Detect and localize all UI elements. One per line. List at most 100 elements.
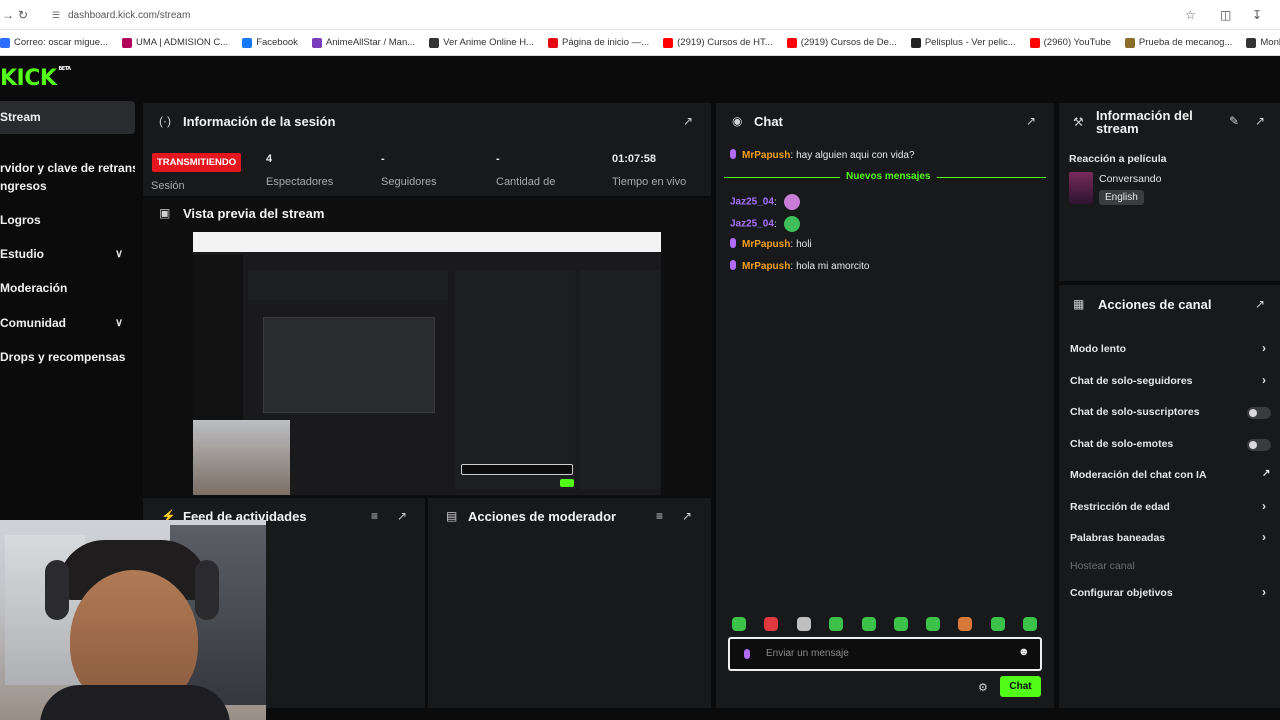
bookmark-favicon-icon	[311, 37, 322, 48]
bookmark-item[interactable]: Facebook	[242, 37, 298, 48]
popout-icon[interactable]: ↗	[1026, 114, 1036, 128]
popout-icon[interactable]: ↗	[1255, 114, 1265, 128]
filter-icon[interactable]: ≡	[371, 509, 378, 523]
sidebar-item-label: Moderación	[0, 281, 68, 295]
sidebar-item-label: Drops y recompensas	[0, 350, 126, 364]
chat-title: Chat	[754, 114, 783, 129]
channel-action-item[interactable]: Palabras baneadas	[1070, 532, 1165, 544]
address-bar[interactable]: ☰ dashboard.kick.com/stream	[52, 6, 1212, 25]
bookmark-item[interactable]: AnimeAllStar / Man...	[311, 37, 415, 48]
sidebar-item-label: Comunidad	[0, 316, 66, 330]
site-info-icon[interactable]: ☰	[52, 6, 60, 25]
chat-username[interactable]: MrPapush	[742, 261, 790, 272]
bookmark-item[interactable]: Página de inicio —...	[547, 37, 650, 48]
popout-icon[interactable]: ↗	[1255, 297, 1265, 311]
channel-action-item[interactable]: Chat de solo-emotes	[1070, 438, 1173, 450]
category-label: Reacción a película	[1069, 153, 1167, 165]
bookmark-item[interactable]: Ver Anime Online H...	[429, 37, 534, 48]
bookmark-item[interactable]: (2919) Cursos de De...	[786, 37, 897, 48]
chat-message: MrPapush: holi	[730, 238, 812, 250]
bookmark-label: Página de inicio —...	[561, 37, 650, 48]
emote-shortcut-icon[interactable]	[926, 617, 940, 631]
emote-shortcut-icon[interactable]	[764, 617, 778, 631]
emote-shortcut-icon[interactable]	[958, 617, 972, 631]
emote-icon	[783, 194, 800, 210]
emote-icon	[783, 216, 800, 232]
sidebar-item[interactable]: Logros	[0, 204, 135, 237]
bookmark-label: (2960) YouTube	[1043, 37, 1111, 48]
chevron-right-icon[interactable]: ›	[1262, 373, 1266, 387]
toggle-switch[interactable]	[1247, 407, 1271, 419]
emoji-icon[interactable]: ☻	[1018, 646, 1030, 658]
send-chat-button[interactable]: Chat	[1000, 676, 1041, 697]
emote-shortcut-icon[interactable]	[894, 617, 908, 631]
sidebar-item[interactable]: ngresos	[0, 170, 135, 203]
star-icon[interactable]: ☆	[1185, 7, 1196, 23]
kick-logo[interactable]: KICK BETA	[0, 66, 71, 91]
sidebar-item[interactable]: Comunidad ∨	[0, 307, 135, 340]
chat-username[interactable]: Jaz25_04	[730, 197, 774, 208]
emote-shortcut-icon[interactable]	[732, 617, 746, 631]
chat-username[interactable]: MrPapush	[742, 239, 790, 250]
chevron-right-icon[interactable]: ›	[1262, 341, 1266, 355]
bookmark-item[interactable]: Correo: oscar migue...	[0, 37, 108, 48]
download-icon[interactable]: ↧	[1252, 7, 1262, 23]
bookmark-item[interactable]: Pelisplus - Ver pelic...	[910, 37, 1016, 48]
chat-input-box[interactable]: Enviar un mensaje ☻	[728, 637, 1042, 671]
chat-username[interactable]: Jaz25_04	[730, 219, 774, 230]
sidebar-item[interactable]: Estudio ∨	[0, 238, 135, 271]
stat-value: 4	[266, 153, 273, 165]
sidebar-item[interactable]: Drops y recompensas	[0, 341, 135, 374]
emote-shortcut-icon[interactable]	[862, 617, 876, 631]
stream-preview-video[interactable]	[193, 232, 661, 495]
bookmark-item[interactable]: Prueba de mecanog...	[1124, 37, 1232, 48]
chevron-down-icon[interactable]: ∨	[115, 307, 123, 340]
channel-action-item[interactable]: Configurar objetivos	[1070, 587, 1173, 599]
bookmark-label: (2919) Cursos de De...	[800, 37, 897, 48]
bookmark-favicon-icon	[429, 37, 440, 48]
sidebar-item[interactable]: Stream	[0, 101, 135, 134]
bookmark-item[interactable]: (2919) Cursos de HT...	[663, 37, 773, 48]
chevron-right-icon[interactable]: ›	[1262, 585, 1266, 599]
mic-badge-icon	[730, 149, 736, 159]
emote-shortcut-icon[interactable]	[991, 617, 1005, 631]
bookmark-item[interactable]: (2960) YouTube	[1029, 37, 1111, 48]
bookmark-item[interactable]: Monkeytype | A min...	[1246, 37, 1280, 48]
sidebar-item-label: Logros	[0, 213, 41, 227]
logo-beta: BETA	[58, 66, 71, 72]
filter-icon[interactable]: ≡	[656, 509, 663, 523]
stat-value: -	[381, 153, 385, 165]
channel-action-item[interactable]: Chat de solo-seguidores	[1070, 375, 1193, 387]
popout-icon[interactable]: ↗	[682, 509, 692, 523]
webcam-overlay	[0, 520, 266, 720]
chevron-right-icon[interactable]: ›	[1262, 499, 1266, 513]
emote-shortcut-icon[interactable]	[1023, 617, 1037, 631]
chat-separator: :	[773, 196, 777, 208]
session-label: Sesión	[151, 180, 185, 192]
edit-icon[interactable]: ✎	[1229, 114, 1239, 128]
bookmark-item[interactable]: UMA | ADMISION C...	[121, 37, 228, 48]
emote-shortcut-icon[interactable]	[797, 617, 811, 631]
channel-action-item[interactable]: Restricción de edad	[1070, 501, 1170, 513]
chevron-right-icon[interactable]: ›	[1262, 530, 1266, 544]
chat-settings-icon[interactable]: ⚙	[978, 681, 988, 694]
chat-separator: :	[790, 261, 794, 272]
reload-icon[interactable]: ↻	[18, 7, 28, 23]
extensions-icon[interactable]: ◫	[1220, 7, 1231, 23]
channel-action-item[interactable]: Modo lento	[1070, 343, 1126, 355]
channel-action-item[interactable]: Chat de solo-suscriptores	[1070, 406, 1200, 418]
toggle-switch[interactable]	[1247, 439, 1271, 451]
chevron-down-icon[interactable]: ∨	[115, 238, 123, 271]
popout-icon[interactable]: ↗	[683, 114, 693, 128]
chat-input-placeholder[interactable]: Enviar un mensaje	[766, 648, 849, 659]
channel-action-item[interactable]: Moderación del chat con IA	[1070, 469, 1207, 481]
sidebar-item-label: Stream	[0, 110, 41, 124]
sidebar-item[interactable]: Moderación	[0, 272, 135, 305]
chat-username[interactable]: MrPapush	[742, 150, 790, 161]
back-icon[interactable]: →	[2, 7, 14, 23]
popout-icon[interactable]: ↗	[397, 509, 407, 523]
bookmark-favicon-icon	[1029, 37, 1040, 48]
external-link-icon[interactable]: ↗	[1262, 468, 1270, 479]
channel-actions-title: Acciones de canal	[1098, 297, 1212, 312]
emote-shortcut-icon[interactable]	[829, 617, 843, 631]
